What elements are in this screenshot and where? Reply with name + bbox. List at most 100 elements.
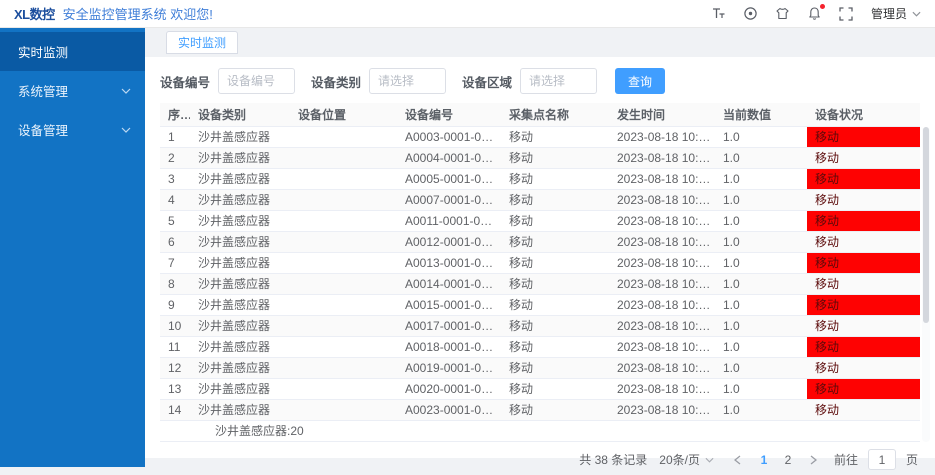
table-cell: 沙井盖感应器: [190, 231, 290, 252]
device-table-wrap: 序号 设备类别 设备位置 设备编号 采集点名称 发生时间 当前数值 设备状况 1…: [160, 103, 930, 442]
status-badge: 移动: [807, 189, 920, 210]
table-cell: 沙井盖感应器: [190, 126, 290, 147]
table-cell: 2023-08-18 10:28:07: [609, 273, 715, 294]
table-cell: 1.0: [715, 378, 807, 399]
table-cell: 1: [160, 126, 190, 147]
table-cell: 7: [160, 252, 190, 273]
table-cell: 11: [160, 336, 190, 357]
table-cell: [290, 294, 397, 315]
sidebar-item[interactable]: 实时监测: [0, 32, 145, 71]
chevron-down-icon: [121, 127, 131, 133]
scrollbar-thumb[interactable]: [923, 127, 929, 323]
table-scrollbar[interactable]: [922, 127, 930, 442]
table-row[interactable]: 5沙井盖感应器A0011-0001-0001-0001移动2023-08-18 …: [160, 210, 920, 231]
table-cell: 14: [160, 399, 190, 420]
table-cell: A0004-0001-0001-0001: [397, 147, 501, 168]
search-button[interactable]: 查询: [615, 68, 665, 94]
table-row[interactable]: 12沙井盖感应器A0019-0001-0001-0001移动2023-08-18…: [160, 357, 920, 378]
table-cell: 沙井盖感应器: [190, 336, 290, 357]
summary-row: 沙井盖感应器:20: [160, 420, 920, 441]
table-row[interactable]: 14沙井盖感应器A0023-0001-0001-0001移动2023-08-18…: [160, 399, 920, 420]
table-cell: [290, 378, 397, 399]
table-row[interactable]: 3沙井盖感应器A0005-0001-0001-0001移动2023-08-18 …: [160, 168, 920, 189]
page-size-select[interactable]: 20条/页: [659, 451, 714, 468]
col-index: 序号: [160, 103, 190, 126]
table-cell: A0018-0001-0001-0001: [397, 336, 501, 357]
table-cell: 移动: [501, 399, 609, 420]
table-row[interactable]: 10沙井盖感应器A0017-0001-0001-0001移动2023-08-18…: [160, 315, 920, 336]
filter-form: 设备编号 设备类别 设备区域 查询: [160, 66, 930, 96]
table-cell: 2023-08-18 10:28:07: [609, 399, 715, 420]
status-badge: 移动: [807, 252, 920, 273]
table-cell: 1.0: [715, 399, 807, 420]
table-cell: 13: [160, 378, 190, 399]
table-cell: 10: [160, 315, 190, 336]
summary-text: 沙井盖感应器:20: [160, 420, 920, 441]
col-device-location: 设备位置: [290, 103, 397, 126]
status-badge: 移动: [807, 147, 920, 168]
table-cell: 移动: [501, 315, 609, 336]
table-cell: 5: [160, 210, 190, 231]
table-cell: 4: [160, 189, 190, 210]
table-cell: 移动: [501, 189, 609, 210]
device-category-label: 设备类别: [311, 72, 361, 91]
tab-realtime-monitor[interactable]: 实时监测: [166, 31, 238, 54]
table-row[interactable]: 6沙井盖感应器A0012-0001-0001-0001移动2023-08-18 …: [160, 231, 920, 252]
fullscreen-icon[interactable]: [839, 6, 854, 21]
table-row[interactable]: 4沙井盖感应器A0007-0001-0001-0001移动2023-08-18 …: [160, 189, 920, 210]
table-cell: A0020-0001-0001-0001: [397, 378, 501, 399]
col-occur-time: 发生时间: [609, 103, 715, 126]
sidebar-item[interactable]: 系统管理: [0, 71, 145, 110]
table-cell: 8: [160, 273, 190, 294]
table-cell: 沙井盖感应器: [190, 357, 290, 378]
col-device-status: 设备状况: [807, 103, 920, 126]
table-cell: 1.0: [715, 210, 807, 231]
table-cell: 1.0: [715, 315, 807, 336]
app-logo: XL数控: [14, 4, 55, 23]
device-category-select[interactable]: [369, 68, 446, 94]
table-cell: 1.0: [715, 336, 807, 357]
font-size-icon[interactable]: [711, 6, 726, 21]
table-cell: 沙井盖感应器: [190, 210, 290, 231]
total-records: 共 38 条记录: [579, 451, 647, 468]
table-row[interactable]: 8沙井盖感应器 A0014-0001-0001-0001移动2023-08-18 …: [160, 273, 920, 294]
theme-icon[interactable]: [775, 6, 790, 21]
bell-icon[interactable]: [807, 6, 822, 21]
chevron-down-icon: [705, 457, 714, 463]
table-row[interactable]: 1沙井盖感应器A0003-0001-0001-0001移动2023-08-18 …: [160, 126, 920, 147]
table-row[interactable]: 13沙井盖感应器A0020-0001-0001-0001移动2023-08-18…: [160, 378, 920, 399]
table-cell: 1.0: [715, 147, 807, 168]
sidebar-item[interactable]: 设备管理: [0, 110, 145, 149]
table-cell: 2023-08-18 10:28:07: [609, 147, 715, 168]
table-row[interactable]: 11沙井盖感应器 A0018-0001-0001-0001移动2023-08-18…: [160, 336, 920, 357]
table-row[interactable]: 7沙井盖感应器A0013-0001-0001-0001移动2023-08-18 …: [160, 252, 920, 273]
table-cell: 移动: [501, 336, 609, 357]
table-cell: 1.0: [715, 126, 807, 147]
user-menu[interactable]: 管理员: [871, 5, 921, 22]
table-cell: 移动: [501, 357, 609, 378]
table-row[interactable]: 2沙井盖感应器A0004-0001-0001-0001移动2023-08-18 …: [160, 147, 920, 168]
sidebar-item-label: 设备管理: [18, 120, 68, 139]
table-row[interactable]: 9沙井盖感应器A0015-0001-0001-0001移动2023-08-18 …: [160, 294, 920, 315]
goto-label: 前往: [834, 451, 858, 468]
table-cell: 移动: [501, 273, 609, 294]
table-header-row: 序号 设备类别 设备位置 设备编号 采集点名称 发生时间 当前数值 设备状况: [160, 103, 920, 126]
col-collection-point: 采集点名称: [501, 103, 609, 126]
table-cell: [290, 252, 397, 273]
table-cell: 沙井盖感应器: [190, 294, 290, 315]
table-cell: 沙井盖感应器: [190, 273, 290, 294]
table-cell: 移动: [501, 294, 609, 315]
device-area-select[interactable]: [520, 68, 597, 94]
table-cell: [290, 231, 397, 252]
table-cell: A0014-0001-0001-0001: [397, 273, 501, 294]
help-icon[interactable]: [743, 6, 758, 21]
table-cell: A0003-0001-0001-0001: [397, 126, 501, 147]
main-content: 实时监测 设备编号 设备类别 设备区域 查询 序号 设备类别: [145, 28, 935, 467]
device-number-label: 设备编号: [160, 72, 210, 91]
table-cell: [290, 336, 397, 357]
sidebar: 实时监测 系统管理 设备管理: [0, 28, 145, 467]
status-badge: 移动: [807, 378, 920, 399]
table-cell: 2023-08-18 10:28:07: [609, 336, 715, 357]
header-actions: 管理员: [711, 5, 921, 22]
device-number-input[interactable]: [218, 68, 295, 94]
